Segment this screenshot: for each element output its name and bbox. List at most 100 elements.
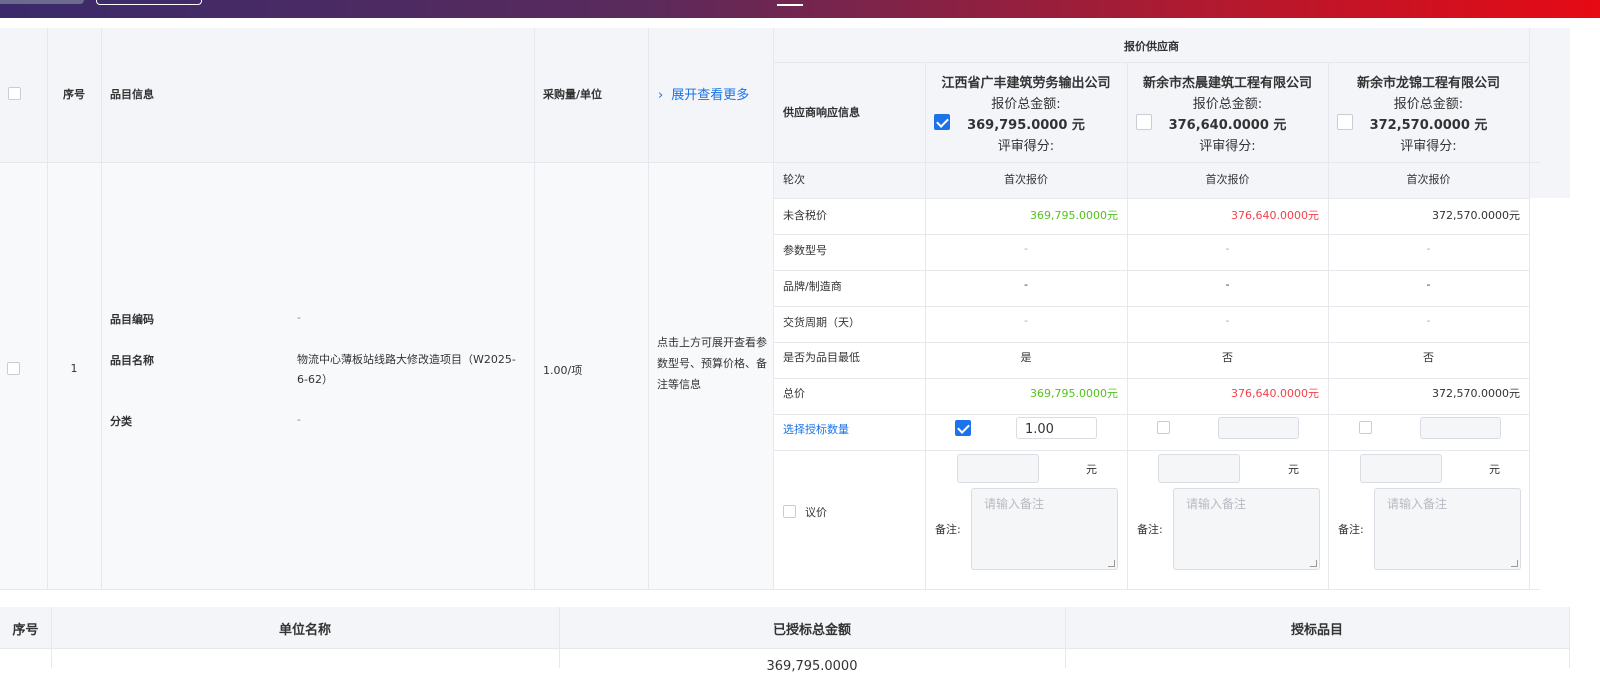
remark-field[interactable] — [1174, 489, 1319, 569]
total-amount: 376,640.0000 元 — [1168, 118, 1287, 133]
negotiate-price-input-3[interactable] — [1360, 454, 1442, 483]
supplier-header-1: 江西省广丰建筑劳务输出公司 报价总金额: 369,795.0000 元 评审得分… — [925, 62, 1127, 162]
attr-brand-value: - — [1225, 278, 1230, 291]
remark-field[interactable] — [1375, 489, 1520, 569]
summary-header-unit: 单位名称 — [278, 623, 331, 638]
attr-round-value: 首次报价 — [1205, 173, 1250, 186]
attr-lowest-value: 是 — [1020, 351, 1032, 364]
nav-tab-pill[interactable] — [0, 0, 84, 4]
award-qty-field[interactable] — [1219, 419, 1298, 440]
remark-textarea-3[interactable] — [1374, 488, 1521, 570]
chevron-right-icon: › — [658, 88, 664, 103]
resize-grip[interactable] — [1511, 560, 1518, 567]
attr-lowest-value: 否 — [1423, 351, 1434, 364]
negotiate-price-input-2[interactable] — [1158, 454, 1240, 483]
award-checkbox-1[interactable] — [955, 420, 971, 436]
remark-label: 备注: — [1137, 523, 1163, 536]
qty-value: 1.00/项 — [543, 364, 583, 377]
bid-comparison-table: 序号 品目信息 采购量/单位 › 展开查看更多 报价供应商 供应商响应信息 江西省… — [0, 28, 1570, 590]
score-label: 评审得分: — [1199, 139, 1256, 154]
award-qty-input-1[interactable] — [1016, 417, 1097, 440]
attr-pretax-value: 369,795.0000元 — [1030, 209, 1118, 222]
negotiate-label: 议价 — [805, 506, 827, 519]
award-qty-input-3[interactable] — [1420, 417, 1501, 440]
attr-total-value: 376,640.0000元 — [1231, 387, 1319, 400]
negotiate-price-field[interactable] — [958, 455, 1038, 482]
summary-header-seq: 序号 — [12, 623, 39, 638]
score-label: 评审得分: — [997, 139, 1055, 154]
resize-grip[interactable] — [1108, 560, 1115, 567]
supplier-header-3: 新余市龙锦工程有限公司 报价总金额: 372,570.0000 元 评审得分: — [1328, 62, 1529, 162]
total-amount: 372,570.0000 元 — [1369, 118, 1488, 133]
top-nav-bar — [0, 0, 1600, 18]
row-seq: 1 — [70, 362, 78, 375]
category-label: 分类 — [110, 415, 132, 428]
attr-lowest-label: 是否为品目最低 — [783, 351, 860, 364]
attr-delivery-value: - — [1426, 314, 1431, 327]
right-gutter — [1570, 18, 1600, 668]
attr-total-label: 总价 — [783, 387, 805, 400]
attr-round-label: 轮次 — [783, 173, 805, 186]
attr-delivery-label: 交货周期（天） — [783, 316, 860, 329]
attr-lowest-value: 否 — [1222, 351, 1233, 364]
menu-indicator[interactable] — [777, 4, 803, 6]
negotiate-price-field[interactable] — [1361, 455, 1441, 482]
attr-model-value: - — [1426, 242, 1431, 255]
score-label: 评审得分: — [1400, 139, 1457, 154]
supplier-header-2: 新余市杰晨建筑工程有限公司 报价总金额: 376,640.0000 元 评审得分… — [1127, 62, 1328, 162]
summary-amount-value: 369,795.0000 — [766, 659, 858, 674]
award-qty-field[interactable] — [1017, 419, 1096, 440]
expand-more-link[interactable]: › 展开查看更多 — [658, 84, 749, 103]
award-summary-table: 序号 单位名称 已授标总金额 授标品目 369,795.0000 — [0, 607, 1570, 674]
row-checkbox[interactable] — [7, 362, 20, 375]
item-code-label: 品目编码 — [110, 313, 154, 326]
yuan-unit: 元 — [1086, 463, 1097, 476]
attr-delivery-value: - — [1024, 314, 1028, 327]
attr-model-value: - — [1024, 242, 1028, 255]
award-checkbox-2[interactable] — [1157, 421, 1170, 434]
remark-label: 备注: — [1338, 523, 1364, 536]
remark-field[interactable] — [972, 489, 1117, 569]
remark-textarea-1[interactable] — [971, 488, 1118, 570]
nav-tab-outline[interactable] — [96, 0, 202, 5]
attr-delivery-value: - — [1225, 314, 1230, 327]
header-item-info: 品目信息 — [110, 88, 154, 101]
total-label: 报价总金额: — [991, 97, 1061, 112]
award-qty-input-2[interactable] — [1218, 417, 1299, 440]
item-name-label: 品目名称 — [110, 354, 154, 367]
attr-model-label: 参数型号 — [783, 244, 827, 257]
attr-round-value: 首次报价 — [1406, 173, 1451, 186]
award-qty-label: 选择授标数量 — [783, 423, 849, 436]
header-quoted-suppliers: 报价供应商 — [1124, 40, 1179, 53]
remark-textarea-2[interactable] — [1173, 488, 1320, 570]
award-qty-field[interactable] — [1421, 419, 1500, 440]
supplier-name: 新余市龙锦工程有限公司 — [1356, 76, 1500, 91]
total-label: 报价总金额: — [1393, 97, 1464, 112]
category-value: - — [297, 413, 301, 426]
attr-total-value: 369,795.0000元 — [1030, 387, 1118, 400]
attr-pretax-value: 372,570.0000元 — [1432, 209, 1520, 222]
resize-grip[interactable] — [1310, 560, 1317, 567]
header-supplier-response: 供应商响应信息 — [783, 106, 860, 119]
supplier-name: 新余市杰晨建筑工程有限公司 — [1142, 76, 1312, 91]
negotiate-checkbox[interactable] — [783, 505, 796, 518]
attr-round-value: 首次报价 — [1004, 173, 1048, 186]
expand-more-label: 展开查看更多 — [671, 88, 750, 103]
yuan-unit: 元 — [1288, 463, 1299, 476]
negotiate-price-field[interactable] — [1159, 455, 1239, 482]
summary-header-items: 授标品目 — [1290, 623, 1343, 638]
summary-header-amount: 已授标总金额 — [772, 623, 851, 638]
select-all-checkbox[interactable] — [8, 87, 21, 100]
remark-label: 备注: — [935, 523, 961, 536]
expand-hint: 点击上方可展开查看参数型号、预算价格、备注等信息 — [657, 336, 767, 391]
supplier-name: 江西省广丰建筑劳务输出公司 — [941, 76, 1111, 91]
award-checkbox-3[interactable] — [1359, 421, 1372, 434]
item-code-value: - — [297, 311, 301, 324]
yuan-unit: 元 — [1489, 463, 1500, 476]
attr-brand-value: - — [1024, 278, 1028, 291]
attr-brand-value: - — [1426, 278, 1431, 291]
item-name-value: 物流中心薄板站线路大修改造项目（W2025-6-62） — [297, 353, 516, 386]
attr-total-value: 372,570.0000元 — [1432, 387, 1520, 400]
attr-model-value: - — [1225, 242, 1230, 255]
negotiate-price-input-1[interactable] — [957, 454, 1039, 483]
